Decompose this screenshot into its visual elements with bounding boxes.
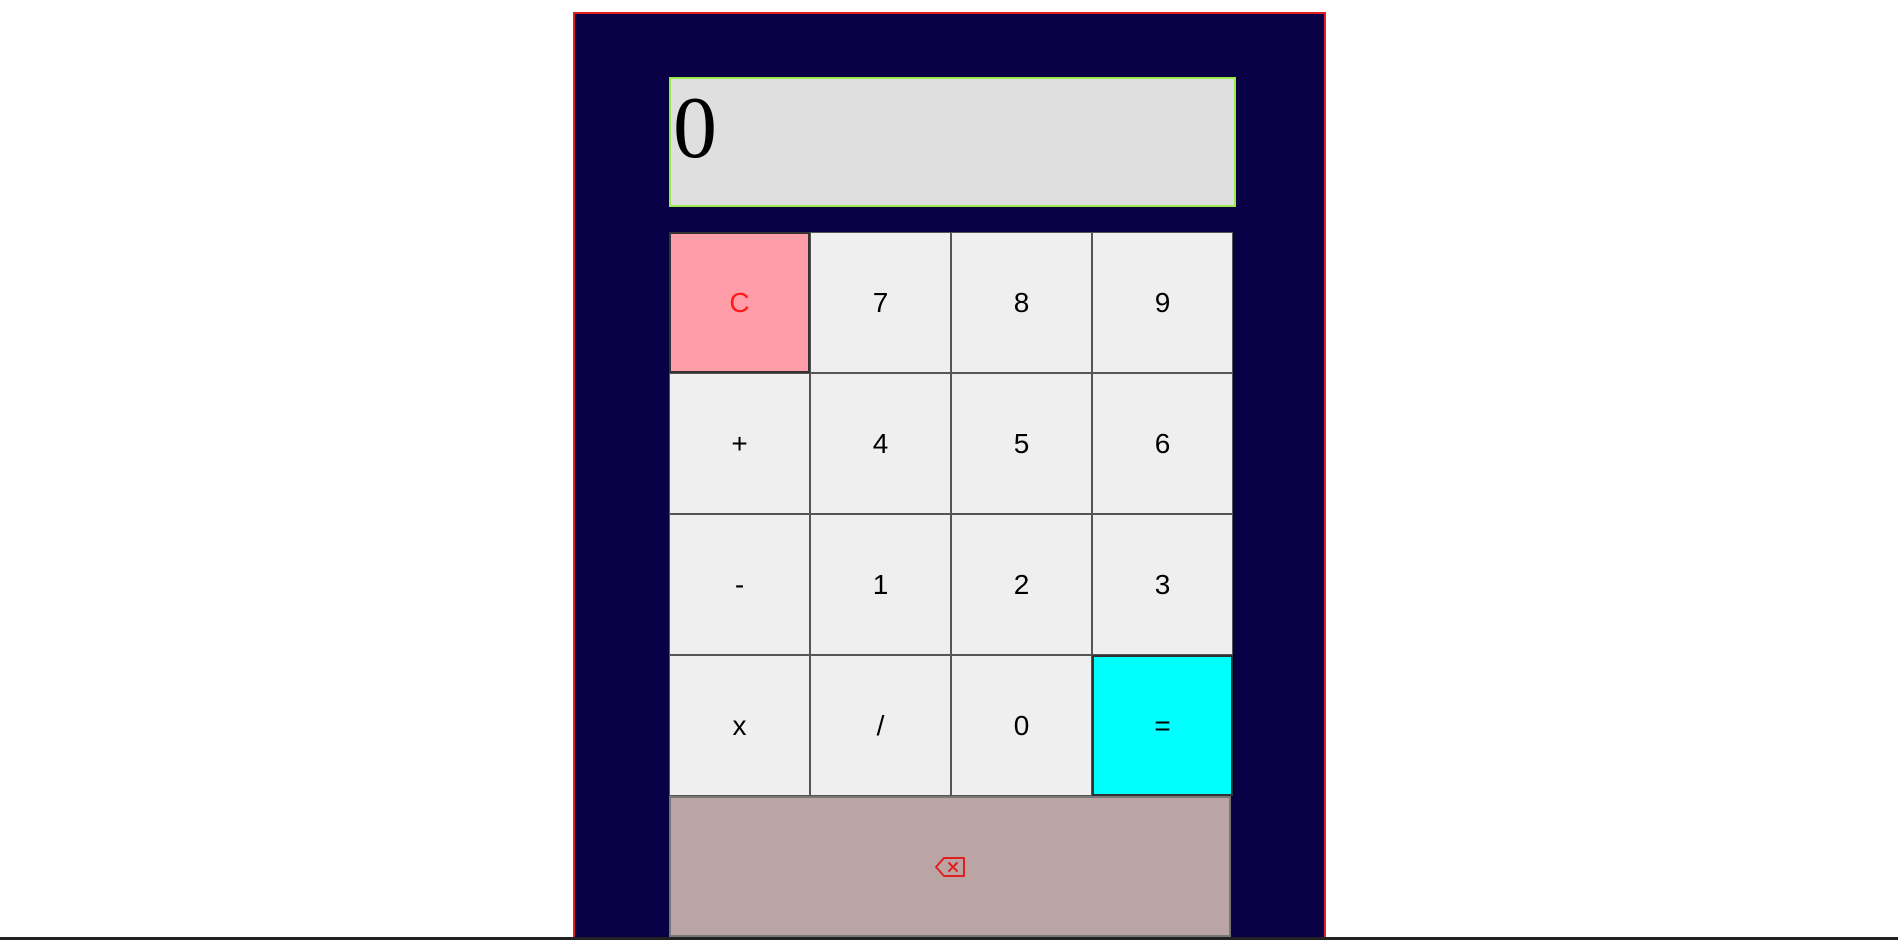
clear-button[interactable]: C — [669, 232, 810, 373]
digit-0-button[interactable]: 0 — [951, 655, 1092, 796]
equals-button[interactable]: = — [1092, 655, 1233, 796]
digit-6-button[interactable]: 6 — [1092, 373, 1233, 514]
backspace-button[interactable] — [669, 796, 1231, 937]
digit-3-button[interactable]: 3 — [1092, 514, 1233, 655]
keypad: C 7 8 9 + 4 5 6 - 1 2 3 x / 0 = — [669, 232, 1233, 937]
multiply-button[interactable]: x — [669, 655, 810, 796]
divide-button[interactable]: / — [810, 655, 951, 796]
plus-button[interactable]: + — [669, 373, 810, 514]
digit-2-button[interactable]: 2 — [951, 514, 1092, 655]
digit-5-button[interactable]: 5 — [951, 373, 1092, 514]
minus-button[interactable]: - — [669, 514, 810, 655]
digit-1-button[interactable]: 1 — [810, 514, 951, 655]
backspace-icon — [935, 856, 965, 877]
digit-8-button[interactable]: 8 — [951, 232, 1092, 373]
digit-4-button[interactable]: 4 — [810, 373, 951, 514]
result-display: 0 — [669, 77, 1236, 207]
calculator: 0 C 7 8 9 + 4 5 6 - 1 2 3 x / 0 = — [573, 12, 1326, 940]
digit-9-button[interactable]: 9 — [1092, 232, 1233, 373]
digit-7-button[interactable]: 7 — [810, 232, 951, 373]
